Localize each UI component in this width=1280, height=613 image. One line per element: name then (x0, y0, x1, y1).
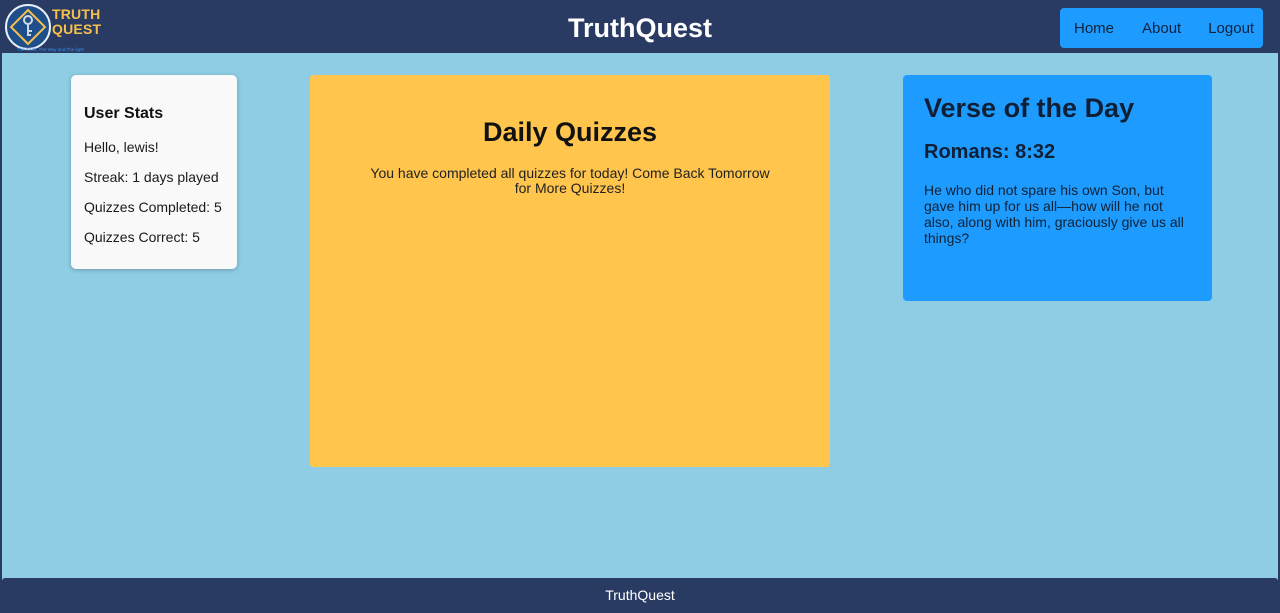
page: TRUTH QUEST The Truth, The Way and The l… (2, 2, 1278, 613)
verse-reference: Romans: 8:32 (924, 141, 1056, 163)
site-header: TRUTH QUEST The Truth, The Way and The l… (2, 2, 1278, 53)
site-footer: TruthQuest (2, 578, 1278, 613)
quizzes-completed-stat: Quizzes Completed: 5 (84, 199, 222, 215)
nav-home-link[interactable]: Home (1074, 20, 1114, 37)
user-stats-card: User Stats Hello, lewis! Streak: 1 days … (71, 75, 237, 269)
user-stats-heading: User Stats (84, 105, 164, 122)
nav-about-link[interactable]: About (1142, 20, 1181, 37)
quiz-completion-message: You have completed all quizzes for today… (370, 165, 770, 196)
streak-stat: Streak: 1 days played (84, 169, 219, 185)
user-greeting: Hello, lewis! (84, 139, 159, 155)
daily-quizzes-heading: Daily Quizzes (482, 117, 658, 147)
verse-heading: Verse of the Day (924, 93, 1135, 123)
daily-quizzes-card: Daily Quizzes You have completed all qui… (310, 75, 830, 467)
quizzes-correct-stat: Quizzes Correct: 5 (84, 229, 200, 245)
nav-logout-link[interactable]: Logout (1208, 20, 1254, 37)
logo-tagline: The Truth, The Way and The light (17, 47, 84, 52)
main-nav: Home About Logout (1060, 8, 1263, 48)
verse-text: He who did not spare his own Son, but ga… (924, 182, 1184, 246)
verse-of-the-day-card: Verse of the Day Romans: 8:32 He who did… (903, 75, 1212, 301)
footer-label: TruthQuest (605, 587, 675, 603)
